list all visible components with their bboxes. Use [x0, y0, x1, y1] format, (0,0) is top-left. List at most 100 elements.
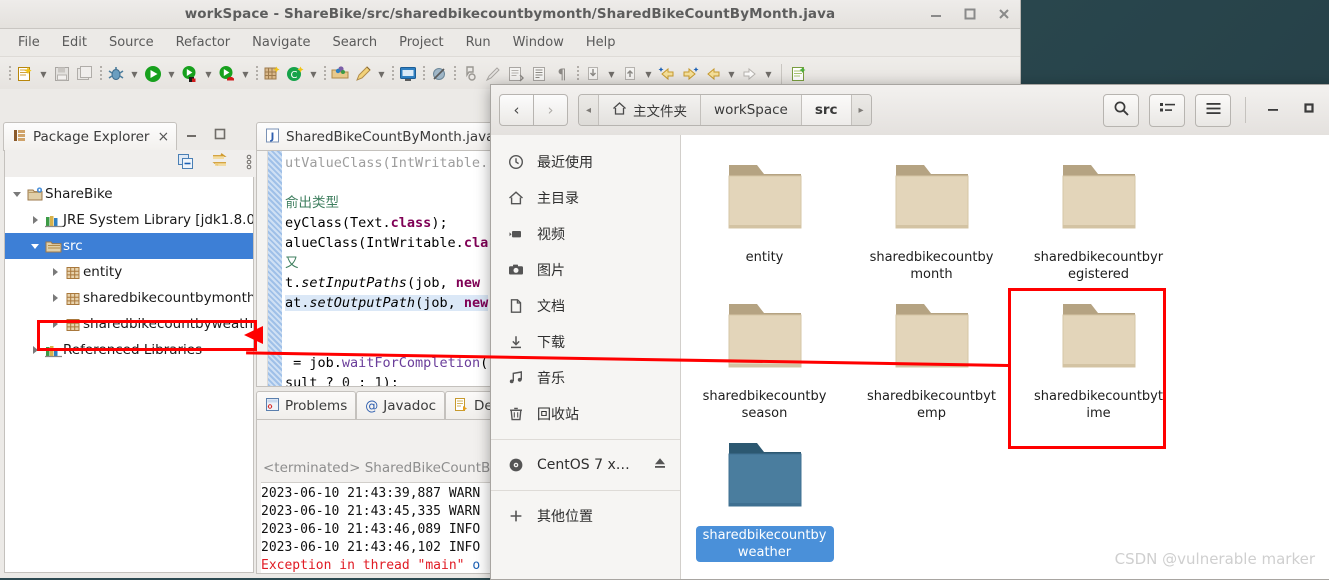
- forward-icon[interactable]: [739, 63, 761, 85]
- link-with-editor-icon[interactable]: [210, 153, 229, 174]
- export-icon[interactable]: [619, 63, 641, 85]
- maximize-view-icon[interactable]: [213, 127, 227, 145]
- chevron-down-icon[interactable]: [9, 191, 25, 197]
- sidebar-item-pictures[interactable]: 图片: [491, 252, 680, 288]
- new-wizard-icon[interactable]: [14, 63, 36, 85]
- file-item-sharedbikecountbyseason[interactable]: sharedbikecountbyseason: [681, 288, 848, 427]
- tree-item-jre-system-library[interactable]: JRE System Library [jdk1.8.0_: [5, 207, 253, 233]
- toggle-breakpoint-icon[interactable]: [428, 63, 450, 85]
- breadcrumb-scroll-left[interactable]: ◂: [579, 95, 600, 125]
- next-edit-icon[interactable]: [679, 63, 701, 85]
- run-icon[interactable]: [142, 63, 164, 85]
- sidebar-item-trash[interactable]: 回收站: [491, 396, 680, 432]
- next-annotation-icon[interactable]: [459, 63, 481, 85]
- minimize-view-icon[interactable]: [185, 127, 199, 145]
- run-external-dropdown-icon[interactable]: ▼: [202, 63, 215, 85]
- maximize-icon[interactable]: [962, 6, 978, 22]
- view-menu-icon[interactable]: [245, 153, 253, 175]
- forward-button[interactable]: ›: [534, 94, 568, 126]
- view-options-button[interactable]: [1149, 93, 1185, 127]
- export-dropdown-icon[interactable]: ▼: [642, 63, 655, 85]
- new-class-dropdown-icon[interactable]: ▼: [307, 63, 320, 85]
- menu-help[interactable]: Help: [576, 32, 626, 53]
- menu-run[interactable]: Run: [456, 32, 501, 53]
- back-dropdown-icon[interactable]: ▼: [725, 63, 738, 85]
- file-item-sharedbikecountbytime[interactable]: sharedbikecountbytime: [1015, 288, 1182, 427]
- forward-dropdown-icon[interactable]: ▼: [762, 63, 775, 85]
- open-type-icon[interactable]: [329, 63, 351, 85]
- menu-navigate[interactable]: Navigate: [242, 32, 320, 53]
- search-dropdown-icon[interactable]: ▼: [375, 63, 388, 85]
- file-item-sharedbikecountbyweather[interactable]: sharedbikecountbyweather: [681, 427, 848, 566]
- tree-item-referenced-libraries[interactable]: Referenced Libraries: [5, 337, 253, 363]
- save-icon[interactable]: [51, 63, 73, 85]
- menu-file[interactable]: File: [8, 32, 50, 53]
- breadcrumb-home[interactable]: 主文件夹: [599, 95, 702, 125]
- save-all-icon[interactable]: [74, 63, 96, 85]
- sidebar-item-home[interactable]: 主目录: [491, 180, 680, 216]
- file-item-entity[interactable]: entity: [681, 149, 848, 288]
- run-last-tool-icon[interactable]: [216, 63, 238, 85]
- sidebar-item-music[interactable]: 音乐: [491, 360, 680, 396]
- run-last-dropdown-icon[interactable]: ▼: [239, 63, 252, 85]
- block-selection-icon[interactable]: [528, 63, 550, 85]
- run-dropdown-icon[interactable]: ▼: [165, 63, 178, 85]
- package-explorer-tree[interactable]: ShareBike JRE System Library [jdk1.8.0_ …: [4, 177, 254, 573]
- sidebar-item-downloads[interactable]: 下载: [491, 324, 680, 360]
- chevron-right-icon[interactable]: [47, 320, 63, 328]
- sidebar-item-videos[interactable]: 视频: [491, 216, 680, 252]
- run-external-tools-icon[interactable]: [179, 63, 201, 85]
- chevron-right-icon[interactable]: [47, 268, 63, 276]
- eject-icon[interactable]: [652, 455, 668, 475]
- search-button[interactable]: [1103, 93, 1139, 127]
- sidebar-item-centos-disc[interactable]: CentOS 7 x…: [491, 447, 680, 483]
- tree-item-sharedbikecountbyweather[interactable]: sharedbikecountbyweather: [5, 311, 253, 337]
- tab-problems[interactable]: Problems: [256, 391, 357, 420]
- breadcrumb-scroll-right[interactable]: ▸: [851, 95, 871, 125]
- collapse-all-icon[interactable]: [177, 153, 194, 174]
- file-item-sharedbikecountbymonth[interactable]: sharedbikecountbymonth: [848, 149, 1015, 288]
- previous-edit-icon[interactable]: [656, 63, 678, 85]
- chevron-right-icon[interactable]: [47, 294, 63, 302]
- new-wizard-dropdown-icon[interactable]: ▼: [37, 63, 50, 85]
- breadcrumb-workspace[interactable]: workSpace: [701, 95, 802, 125]
- main-menu-button[interactable]: [1195, 93, 1231, 127]
- back-button[interactable]: ‹: [499, 94, 534, 126]
- menu-source[interactable]: Source: [99, 32, 164, 53]
- file-list-area[interactable]: entity sharedbikecountbymonth sharedbike…: [681, 135, 1329, 579]
- menu-edit[interactable]: Edit: [52, 32, 97, 53]
- tree-item-sharedbikecountbymonth[interactable]: sharedbikecountbymonth: [5, 285, 253, 311]
- new-class-icon[interactable]: C: [284, 63, 306, 85]
- minimize-icon[interactable]: [928, 6, 944, 22]
- tree-item-entity[interactable]: entity: [5, 259, 253, 285]
- tab-javadoc[interactable]: @ Javadoc: [356, 391, 446, 420]
- sidebar-item-documents[interactable]: 文档: [491, 288, 680, 324]
- back-icon[interactable]: [702, 63, 724, 85]
- show-whitespace-icon[interactable]: [505, 63, 527, 85]
- breadcrumb-src[interactable]: src: [801, 95, 852, 125]
- debug-dropdown-icon[interactable]: ▼: [128, 63, 141, 85]
- open-console-icon[interactable]: [397, 63, 419, 85]
- chevron-right-icon[interactable]: [27, 346, 43, 354]
- tab-package-explorer[interactable]: Package Explorer ×: [3, 122, 178, 151]
- chevron-down-icon[interactable]: [27, 243, 43, 249]
- file-item-sharedbikecountbytemp[interactable]: sharedbikecountbytemp: [848, 288, 1015, 427]
- file-item-sharedbikecountbyregistered[interactable]: sharedbikecountbyregistered: [1015, 149, 1182, 288]
- sidebar-item-recent[interactable]: 最近使用: [491, 144, 680, 180]
- maximize-button[interactable]: [1296, 97, 1322, 123]
- menu-window[interactable]: Window: [503, 32, 574, 53]
- menu-refactor[interactable]: Refactor: [166, 32, 241, 53]
- debug-icon[interactable]: [105, 63, 127, 85]
- search-declaration-icon[interactable]: [352, 63, 374, 85]
- minimize-button[interactable]: [1260, 97, 1286, 123]
- chevron-right-icon[interactable]: [27, 216, 43, 224]
- tab-sharedbikecountbymonth-java[interactable]: J SharedBikeCountByMonth.java ›: [256, 122, 515, 151]
- menu-search[interactable]: Search: [322, 32, 387, 53]
- new-java-project-icon[interactable]: [261, 63, 283, 85]
- tree-item-sharebike[interactable]: ShareBike: [5, 181, 253, 207]
- menu-project[interactable]: Project: [389, 32, 453, 53]
- import-icon[interactable]: [582, 63, 604, 85]
- import-dropdown-icon[interactable]: ▼: [605, 63, 618, 85]
- tree-item-src[interactable]: src: [5, 233, 253, 259]
- sidebar-item-other-locations[interactable]: 其他位置: [491, 498, 680, 534]
